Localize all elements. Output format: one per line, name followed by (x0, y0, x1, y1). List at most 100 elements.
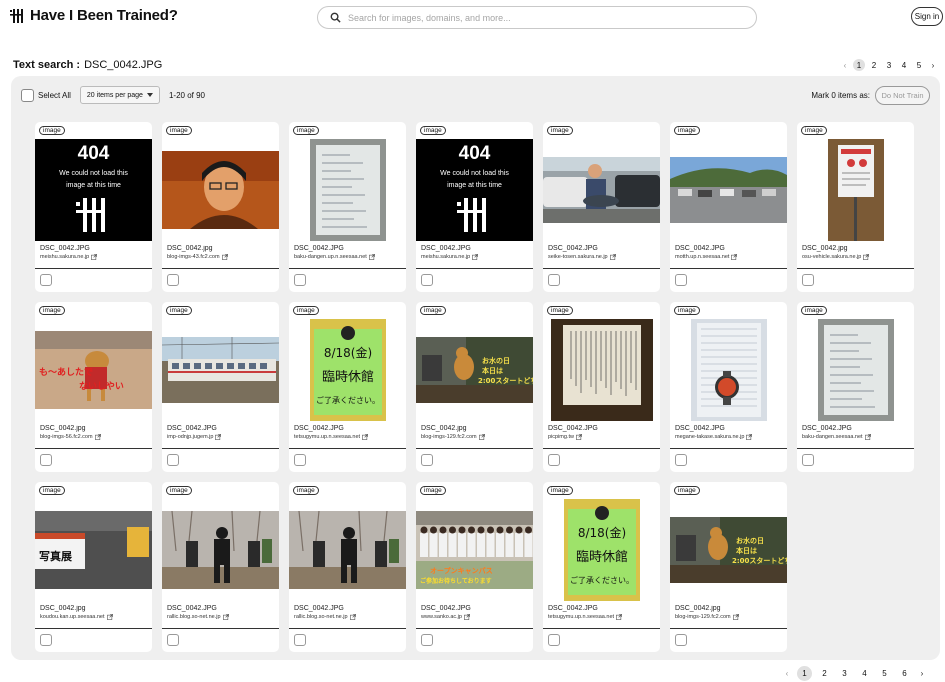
result-card[interactable]: image DSC_0042.JPG seike-tosen.sakura.ne… (543, 122, 660, 292)
result-select-checkbox[interactable] (167, 454, 179, 466)
result-card[interactable]: image DSC_0042.jpg blog-imgs-43.fc2.com (162, 122, 279, 292)
result-select-checkbox[interactable] (675, 634, 687, 646)
result-select-checkbox[interactable] (675, 454, 687, 466)
result-thumbnail[interactable]: オープンキャンパス ご参加お待ちしております (416, 498, 533, 602)
page-3[interactable]: 3 (837, 666, 852, 681)
result-domain-link[interactable]: blog-imgs-56.fc2.com (40, 434, 148, 440)
result-select-checkbox[interactable] (167, 634, 179, 646)
result-card[interactable]: image お水の日 本日は 2:00スタートどち DSC_0042.jpg blo… (670, 482, 787, 652)
page-6[interactable]: 6 (897, 666, 912, 681)
result-thumbnail[interactable] (797, 318, 914, 422)
result-select-checkbox[interactable] (421, 454, 433, 466)
result-card[interactable]: image DSC_0042.JPG rallic.blog.so-net.ne… (289, 482, 406, 652)
result-thumbnail[interactable] (543, 138, 660, 242)
result-card[interactable]: image 8/18(金) 臨時休館 ご了承ください。 DSC_0042.JPG t… (289, 302, 406, 472)
result-select-checkbox[interactable] (40, 634, 52, 646)
result-card[interactable]: image DSC_0042.JPG imp-odnjp.jugem.jp (162, 302, 279, 472)
result-card[interactable]: image 写真展 DSC_0042.jpg koudou.kan.up.see… (35, 482, 152, 652)
result-select-checkbox[interactable] (548, 454, 560, 466)
result-card[interactable]: image お水の日 本日は 2:00スタートどち DSC_0042.jpg blo… (416, 302, 533, 472)
result-domain-link[interactable]: baku-dangen.seesaa.net (802, 434, 910, 440)
result-domain-link[interactable]: meishu.sakura.ne.jp (421, 254, 529, 260)
prev-page-icon[interactable]: ‹ (782, 669, 792, 678)
result-thumbnail[interactable] (543, 318, 660, 422)
result-domain-link[interactable]: www.sanko.ac.jp (421, 614, 529, 620)
result-thumbnail[interactable]: 404 We could not load this image at this … (416, 138, 533, 242)
result-thumbnail[interactable] (797, 138, 914, 242)
result-card[interactable]: image オープンキャンパス ご参加お待ちしております DSC_0042.JPG… (416, 482, 533, 652)
result-select-checkbox[interactable] (294, 274, 306, 286)
result-select-checkbox[interactable] (802, 454, 814, 466)
result-card[interactable]: image も～あしたで ないしやい DSC_0042.jpg blog-imgs… (35, 302, 152, 472)
result-card[interactable]: image DSC_0042.JPG megane-takase.sakura.… (670, 302, 787, 472)
sign-in-button[interactable]: Sign in (911, 7, 943, 26)
select-all[interactable]: Select All (21, 88, 71, 102)
result-domain-link[interactable]: meishu.sakura.ne.jp (40, 254, 148, 260)
result-select-checkbox[interactable] (40, 454, 52, 466)
result-thumbnail[interactable]: も～あしたで ないしやい (35, 318, 152, 422)
page-5[interactable]: 5 (877, 666, 892, 681)
result-card[interactable]: image DSC_0042.JPG baku-dangen.up.n.sees… (289, 122, 406, 292)
result-thumbnail[interactable]: 8/18(金) 臨時休館 ご了承ください。 (289, 318, 406, 422)
next-page-icon[interactable]: › (917, 669, 927, 678)
result-domain-link[interactable]: baku-dangen.up.n.seesaa.net (294, 254, 402, 260)
result-domain-link[interactable]: osu-vehicle.sakura.ne.jp (802, 254, 910, 260)
result-domain-link[interactable]: blog-imgs-129.fc2.com (675, 614, 783, 620)
result-card[interactable]: image DSC_0042.JPG motth.up.n.seesaa.net (670, 122, 787, 292)
result-select-checkbox[interactable] (294, 634, 306, 646)
result-select-checkbox[interactable] (421, 274, 433, 286)
result-thumbnail[interactable] (289, 138, 406, 242)
search-bar[interactable] (317, 6, 757, 29)
result-domain-link[interactable]: imp-odnjp.jugem.jp (167, 434, 275, 440)
result-domain-link[interactable]: rallic.blog.so-net.ne.jp (294, 614, 402, 620)
items-per-page-select[interactable]: 20 items per page (79, 86, 160, 104)
page-2[interactable]: 2 (868, 59, 880, 71)
result-thumbnail[interactable] (670, 138, 787, 242)
prev-page-icon[interactable]: ‹ (840, 61, 850, 70)
result-domain-link[interactable]: koudou.kan.up.seesaa.net (40, 614, 148, 620)
result-domain-link[interactable]: picpimg.tw (548, 434, 656, 440)
result-domain-link[interactable]: rallic.blog.so-net.ne.jp (167, 614, 275, 620)
result-card[interactable]: image 8/18(金) 臨時休館 ご了承ください。 DSC_0042.JPG t… (543, 482, 660, 652)
result-select-checkbox[interactable] (167, 274, 179, 286)
result-thumbnail[interactable] (670, 318, 787, 422)
result-card[interactable]: image 404 We could not load this image at… (35, 122, 152, 292)
result-domain-link[interactable]: tetsugymu.up.n.seesaa.net (548, 614, 656, 620)
result-domain-link[interactable]: blog-imgs-129.fc2.com (421, 434, 529, 440)
result-card[interactable]: image DSC_0042.JPG baku-dangen.seesaa.ne… (797, 302, 914, 472)
result-thumbnail[interactable]: 404 We could not load this image at this … (35, 138, 152, 242)
result-thumbnail[interactable] (289, 498, 406, 602)
result-card[interactable]: image 404 We could not load this image at… (416, 122, 533, 292)
result-domain-link[interactable]: seike-tosen.sakura.ne.jp (548, 254, 656, 260)
result-thumbnail[interactable]: 写真展 (35, 498, 152, 602)
result-thumbnail[interactable]: お水の日 本日は 2:00スタートどち (416, 318, 533, 422)
page-5[interactable]: 5 (913, 59, 925, 71)
result-thumbnail[interactable] (162, 318, 279, 422)
next-page-icon[interactable]: › (928, 61, 938, 70)
page-1[interactable]: 1 (797, 666, 812, 681)
result-card[interactable]: image DSC_0042.JPG rallic.blog.so-net.ne… (162, 482, 279, 652)
result-card[interactable]: image DSC_0042.jpg osu-vehicle.sakura.ne… (797, 122, 914, 292)
result-thumbnail[interactable]: お水の日 本日は 2:00スタートどち (670, 498, 787, 602)
result-select-checkbox[interactable] (548, 274, 560, 286)
result-select-checkbox[interactable] (675, 274, 687, 286)
result-card[interactable]: image DSC_0042.JPG picpimg.tw (543, 302, 660, 472)
page-1[interactable]: 1 (853, 59, 865, 71)
page-4[interactable]: 4 (857, 666, 872, 681)
page-4[interactable]: 4 (898, 59, 910, 71)
result-thumbnail[interactable]: 8/18(金) 臨時休館 ご了承ください。 (543, 498, 660, 602)
result-domain-link[interactable]: tetsugymu.up.n.seesaa.net (294, 434, 402, 440)
page-2[interactable]: 2 (817, 666, 832, 681)
page-3[interactable]: 3 (883, 59, 895, 71)
result-select-checkbox[interactable] (421, 634, 433, 646)
result-domain-link[interactable]: blog-imgs-43.fc2.com (167, 254, 275, 260)
search-input[interactable] (348, 12, 738, 23)
do-not-train-button[interactable]: Do Not Train (875, 85, 930, 105)
result-select-checkbox[interactable] (294, 454, 306, 466)
select-all-checkbox[interactable] (21, 88, 34, 102)
result-thumbnail[interactable] (162, 138, 279, 242)
result-select-checkbox[interactable] (548, 634, 560, 646)
result-domain-link[interactable]: megane-takase.sakura.ne.jp (675, 434, 783, 440)
logo[interactable]: Have I Been Trained? (10, 7, 178, 24)
result-thumbnail[interactable] (162, 498, 279, 602)
